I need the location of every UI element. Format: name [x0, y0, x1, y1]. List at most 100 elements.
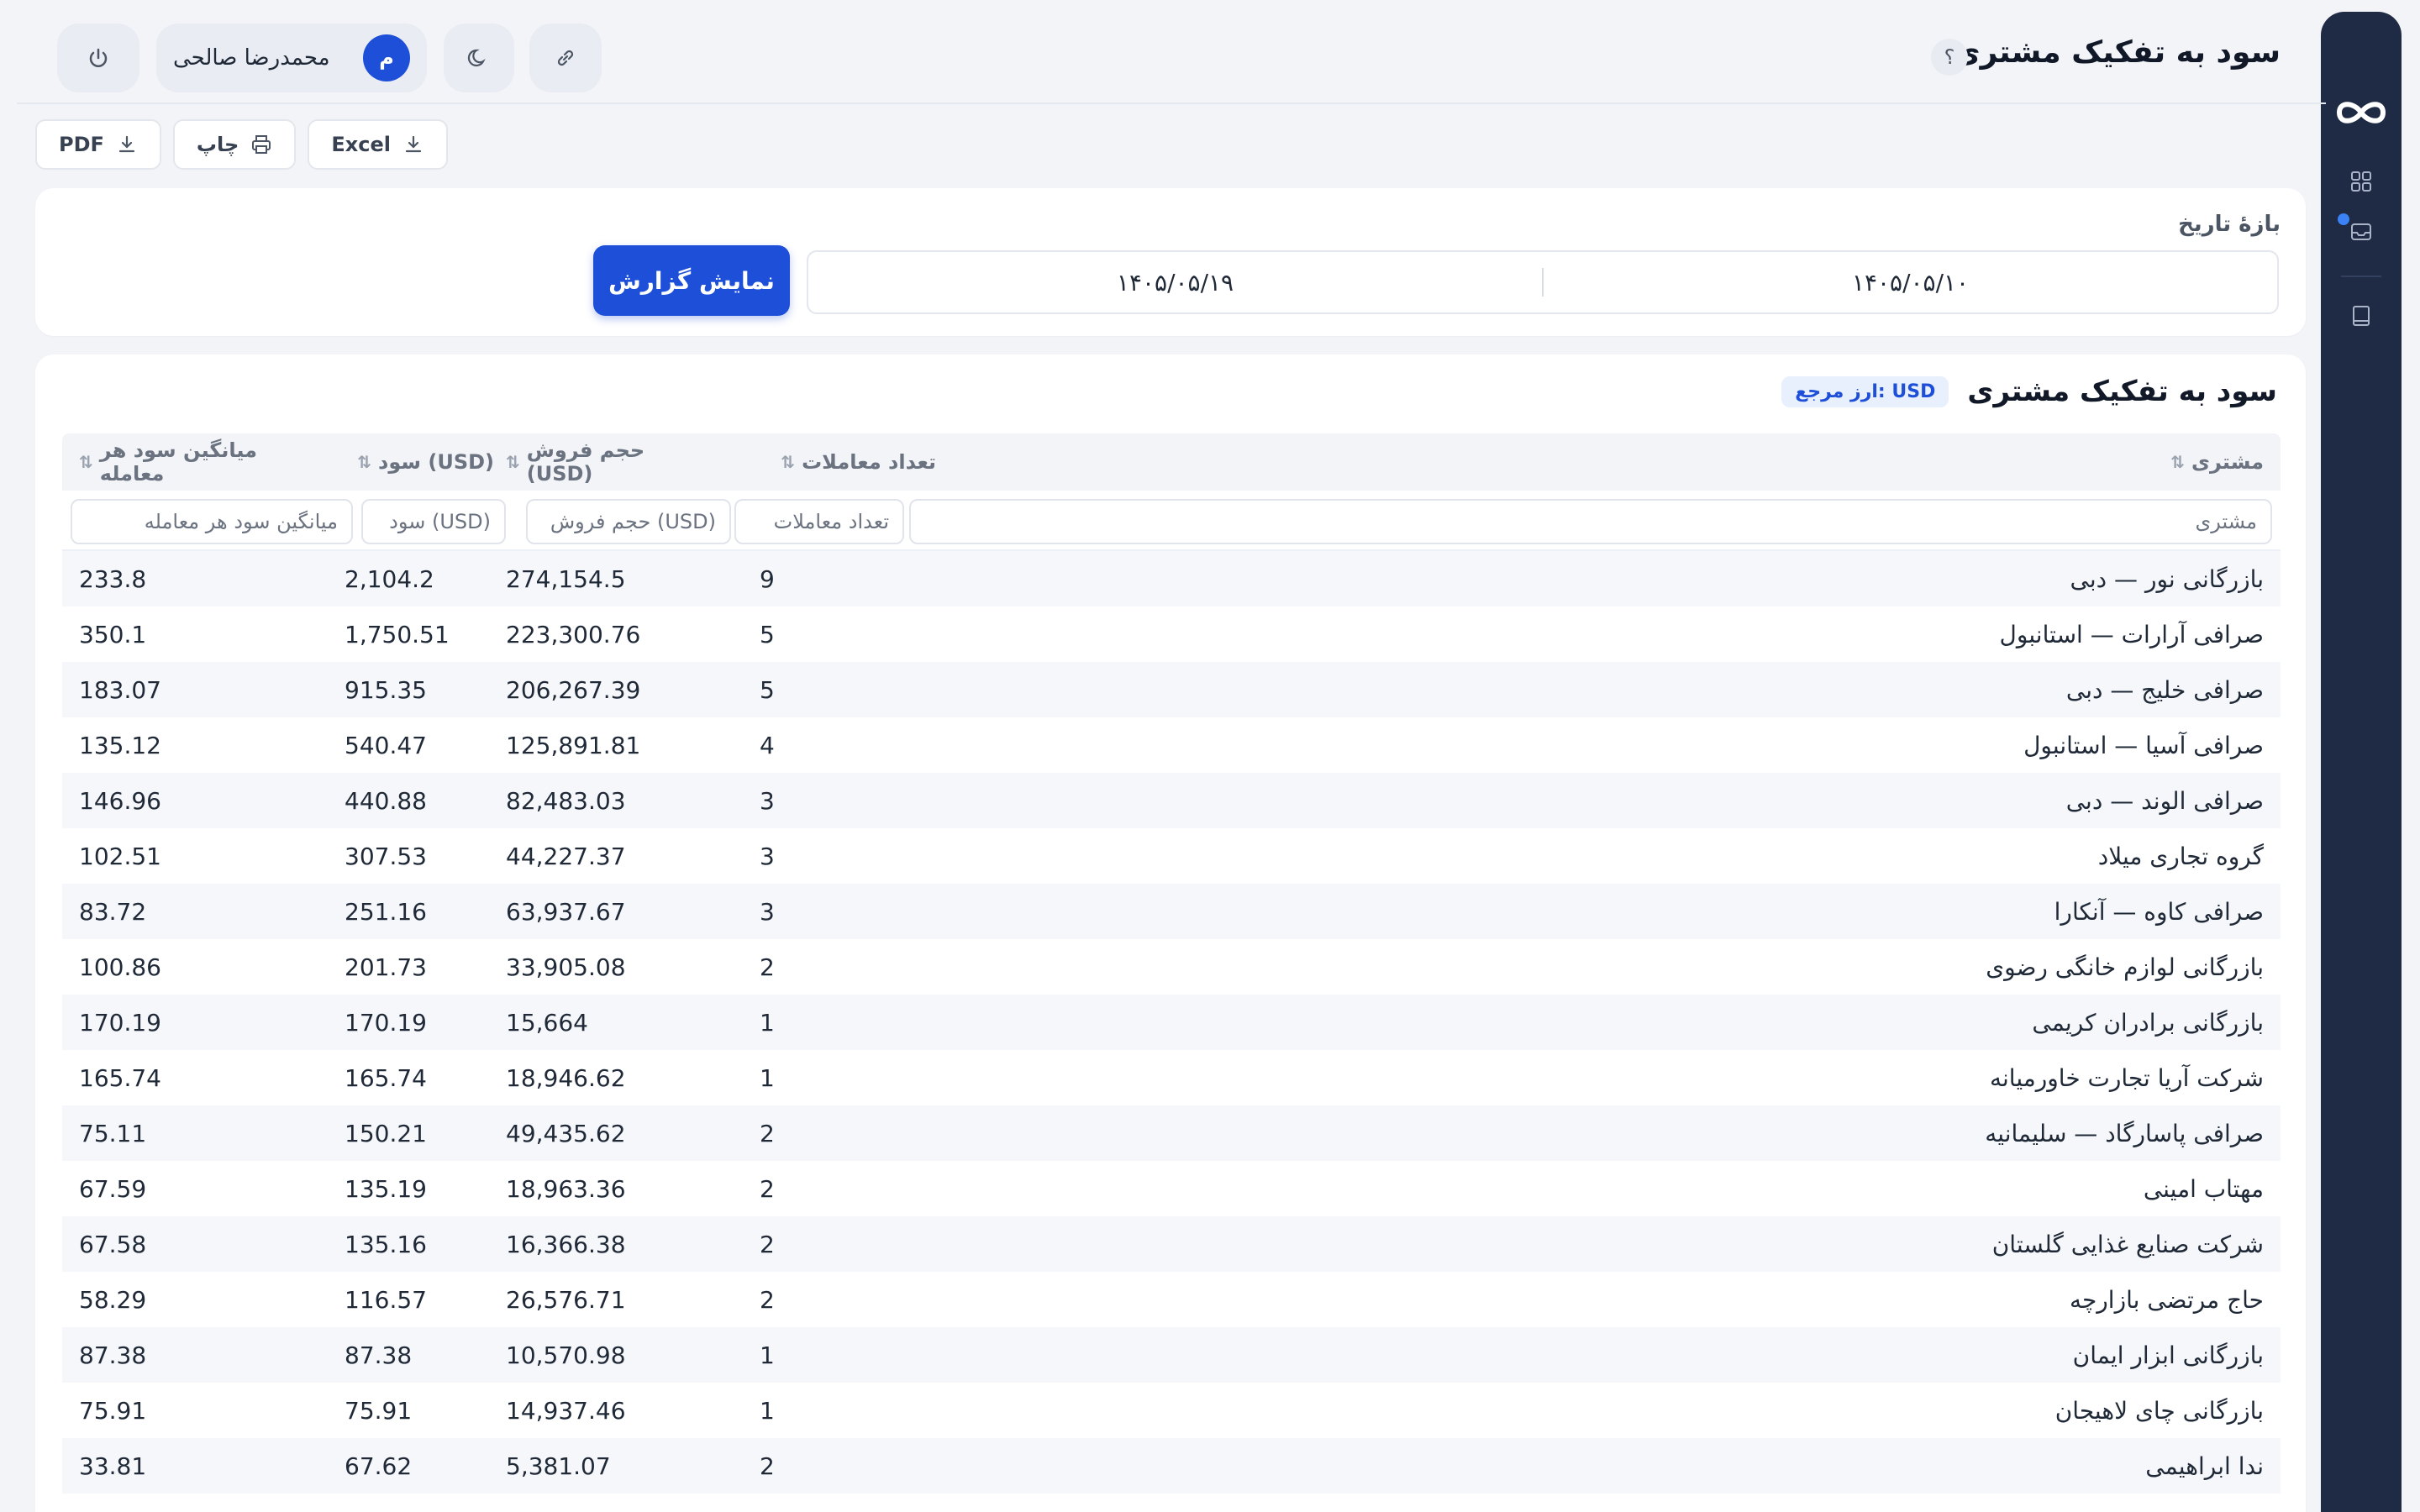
trades-cell: 5	[760, 675, 775, 704]
profit-cell: 440.88	[345, 786, 427, 815]
avg-cell: 233.8	[79, 564, 147, 593]
profit-cell: 150.21	[345, 1119, 427, 1147]
profit-filter-input[interactable]: سود (USD)	[361, 499, 506, 544]
export-pdf-button[interactable]: PDF	[35, 119, 161, 170]
profit-cell: 201.73	[345, 953, 427, 981]
table-row[interactable]: شرکت صنایع غذایی گلستان 2 16,366.38 135.16 6…	[62, 1216, 2281, 1272]
profit-header-label: سود (USD)	[378, 450, 494, 474]
avg-filter-input[interactable]: میانگین سود هر معامله	[71, 499, 353, 544]
table-row[interactable]: صرافی آسیا — استانبول 4 125,891.81 540.47 13…	[62, 717, 2281, 773]
user-menu[interactable]: م محمدرضا صالحی	[156, 24, 427, 92]
profit-cell: 165.74	[345, 1063, 427, 1092]
profit-cell: 1,750.51	[345, 620, 450, 648]
printer-icon	[252, 135, 271, 154]
excel-label: Excel	[331, 133, 391, 156]
date-to-field[interactable]: ۱۴۰۵/۰۵/۱۹	[808, 269, 1542, 297]
download-icon	[405, 135, 422, 153]
volume-cell: 33,905.08	[506, 953, 626, 981]
profit-cell: 135.16	[345, 1230, 427, 1258]
logout-button[interactable]	[57, 24, 139, 92]
volume-cell: 206,267.39	[506, 675, 641, 704]
table-row[interactable]: صرافی کاوه — آنکارا 3 63,937.67 251.16 83.72	[62, 884, 2281, 939]
customer-cell: گروه تجاری میلاد	[2097, 842, 2264, 870]
avg-cell: 33.81	[79, 1452, 147, 1480]
profit-cell: 540.47	[345, 731, 427, 759]
export-excel-button[interactable]: Excel	[308, 119, 448, 170]
book-icon[interactable]	[2349, 304, 2373, 328]
profit-cell: 170.19	[345, 1008, 427, 1037]
avg-cell: 135.12	[79, 731, 161, 759]
volume-cell: 10,570.98	[506, 1341, 626, 1369]
column-header-volume[interactable]: ⇅ حجم فروش (USD)	[506, 433, 716, 491]
avg-cell: 350.1	[79, 620, 147, 648]
table-row[interactable]: بازرگانی لوازم خانگی رضوی 2 33,905.08 201.7…	[62, 939, 2281, 995]
volume-cell: 82,483.03	[506, 786, 626, 815]
show-report-button[interactable]: نمایش گزارش	[593, 245, 790, 316]
customer-cell: صرافی الوند — دبی	[2065, 786, 2264, 815]
volume-filter-input[interactable]: حجم فروش (USD)	[526, 499, 731, 544]
date-range-picker[interactable]: ۱۴۰۵/۰۵/۱۹ ۱۴۰۵/۰۵/۱۰	[807, 250, 2279, 314]
table-row[interactable]: حاج مرتضی بازارچه 2 26,576.71 116.57 58.29	[62, 1272, 2281, 1327]
trades-cell: 3	[760, 897, 775, 926]
profit-cell: 915.35	[345, 675, 427, 704]
date-from-field[interactable]: ۱۴۰۵/۰۵/۱۰	[1544, 269, 2277, 297]
trades-filter-input[interactable]: تعداد معاملات	[734, 499, 904, 544]
export-toolbar: PDF چاپ Excel	[35, 119, 448, 170]
customer-cell: شرکت آریا تجارت خاورمیانه	[1989, 1063, 2264, 1092]
profit-cell: 135.19	[345, 1174, 427, 1203]
customer-header-label: مشتری	[2191, 450, 2264, 474]
infinity-logo-icon[interactable]	[2333, 92, 2390, 133]
dashboard-grid-icon[interactable]	[2349, 170, 2373, 193]
customer-cell: صرافی خلیج — دبی	[2065, 675, 2264, 704]
profit-cell: 75.91	[345, 1396, 413, 1425]
table-row[interactable]: بازرگانی برادران کریمی 1 15,664 170.19 170.1…	[62, 995, 2281, 1050]
trades-cell: 9	[760, 564, 775, 593]
table-row[interactable]: صرافی خلیج — دبی 5 206,267.39 915.35 183.07	[62, 662, 2281, 717]
profit-cell: 67.62	[345, 1452, 413, 1480]
customer-filter-input[interactable]: مشتری	[909, 499, 2272, 544]
theme-toggle-button[interactable]	[444, 24, 514, 92]
table-row[interactable]: صرافی الوند — دبی 3 82,483.03 440.88 146.96	[62, 773, 2281, 828]
trades-cell: 1	[760, 1008, 775, 1037]
report-card: سود به تفکیک مشتری ارز مرجع: USD مشتری ⇅…	[35, 354, 2306, 1512]
help-icon[interactable]: ؟	[1931, 39, 1968, 76]
column-header-profit[interactable]: ⇅ سود (USD)	[343, 433, 502, 491]
volume-cell: 125,891.81	[506, 731, 641, 759]
column-header-customer[interactable]: مشتری ⇅	[911, 433, 2264, 491]
profit-cell: 251.16	[345, 897, 427, 926]
table-row[interactable]: بازرگانی چای لاهیجان 1 14,937.46 75.91 75.91	[62, 1383, 2281, 1438]
table-row[interactable]: گروه تجاری میلاد 3 44,227.37 307.53 102.51	[62, 828, 2281, 884]
trades-cell: 1	[760, 1063, 775, 1092]
column-header-trades[interactable]: ⇅ تعداد معاملات	[734, 433, 936, 491]
table-row[interactable]: مهتاب امینی 2 18,963.36 135.19 67.59	[62, 1161, 2281, 1216]
report-header: سود به تفکیک مشتری ارز مرجع: USD	[1781, 375, 2277, 408]
table-row[interactable]: صرافی پاسارگاد — سلیمانیه 2 49,435.62 150.2…	[62, 1105, 2281, 1161]
table-row[interactable]: صرافی آرارات — استانبول 5 223,300.76 1,750.…	[62, 606, 2281, 662]
profit-cell: 87.38	[345, 1341, 413, 1369]
profit-cell: 2,104.2	[345, 564, 434, 593]
notification-dot	[2338, 213, 2349, 225]
volume-cell: 44,227.37	[506, 842, 626, 870]
avg-cell: 75.11	[79, 1119, 147, 1147]
table-row[interactable]: بازرگانی نور — دبی 9 274,154.5 2,104.2 233.8	[62, 551, 2281, 606]
power-icon	[89, 48, 108, 67]
table-row[interactable]: بازرگانی ابزار ایمان 1 10,570.98 87.38 87.38	[62, 1327, 2281, 1383]
table-row[interactable]: ندا ابراهیمی 2 5,381.07 67.62 33.81	[62, 1438, 2281, 1494]
volume-cell: 16,366.38	[506, 1230, 626, 1258]
avg-cell: 75.91	[79, 1396, 147, 1425]
print-button[interactable]: چاپ	[172, 119, 297, 170]
trades-cell: 2	[760, 1174, 775, 1203]
link-icon	[557, 50, 574, 66]
reports-inbox-icon[interactable]	[2349, 220, 2373, 244]
customer-cell: مهتاب امینی	[2143, 1174, 2264, 1203]
table-row[interactable]: شرکت آریا تجارت خاورمیانه 1 18,946.62 165.7…	[62, 1050, 2281, 1105]
avg-cell: 102.51	[79, 842, 161, 870]
column-header-avg[interactable]: ⇅ میانگین سود هر معامله	[79, 433, 331, 491]
trades-cell: 2	[760, 1230, 775, 1258]
avg-header-label: میانگین سود هر معامله	[99, 438, 258, 486]
share-link-button[interactable]	[529, 24, 602, 92]
volume-cell: 15,664	[506, 1008, 588, 1037]
volume-cell: 18,946.62	[506, 1063, 626, 1092]
avg-cell: 67.59	[79, 1174, 147, 1203]
sort-icon: ⇅	[357, 452, 372, 472]
